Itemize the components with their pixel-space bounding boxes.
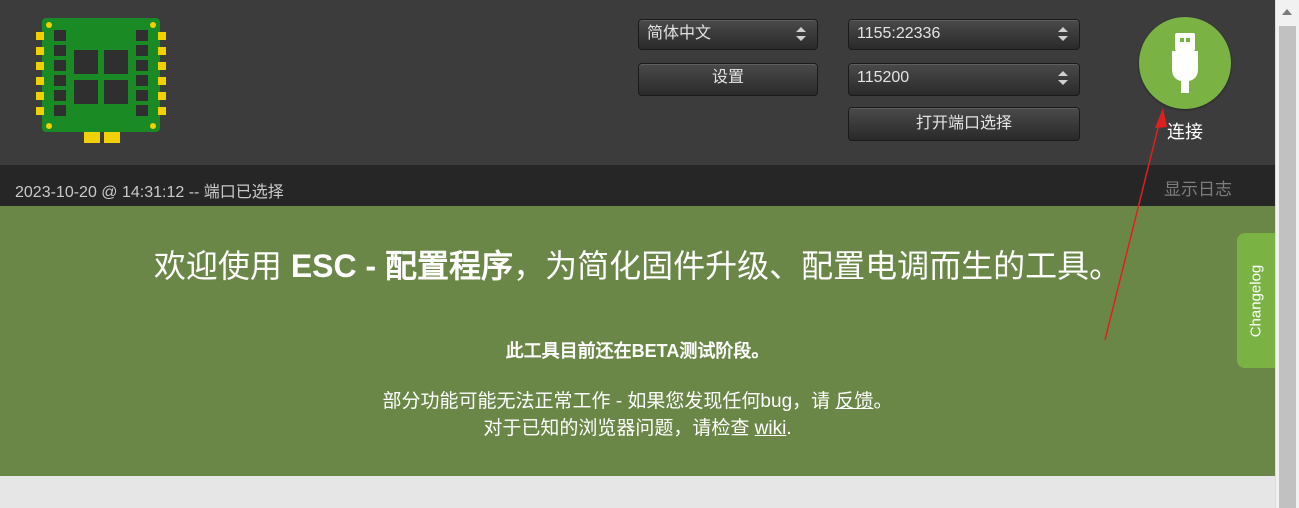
changelog-tab[interactable]: Changelog bbox=[1237, 233, 1275, 368]
baud-rate-select-value: 115200 bbox=[857, 69, 910, 86]
language-select-value: 简体中文 bbox=[647, 25, 712, 42]
connect-label: 连接 bbox=[1167, 122, 1203, 142]
baud-rate-select[interactable]: 115200 bbox=[848, 63, 1080, 96]
vertical-scrollbar[interactable] bbox=[1275, 0, 1299, 508]
port-select[interactable]: 1155:22336 bbox=[848, 19, 1080, 50]
bug-report-end: 。 bbox=[873, 391, 893, 412]
wiki-link[interactable]: wiki bbox=[755, 418, 787, 439]
usb-icon bbox=[1172, 33, 1198, 93]
feedback-link[interactable]: 反馈 bbox=[835, 391, 873, 412]
header: 简体中文 设置 1155:22336 115200 打开端口选择 连接 bbox=[0, 0, 1275, 165]
beta-notice: 此工具目前还在BETA测试阶段。 bbox=[505, 341, 770, 361]
scrollbar-thumb[interactable] bbox=[1279, 26, 1296, 508]
esc-board-logo bbox=[36, 18, 166, 143]
settings-button[interactable]: 设置 bbox=[638, 63, 818, 96]
welcome-title: 欢迎使用 ESC - 配置程序，为简化固件升级、配置电调而生的工具。 bbox=[0, 246, 1275, 286]
browser-issues-end: . bbox=[786, 418, 792, 439]
port-select-value: 1155:22336 bbox=[857, 25, 941, 42]
connect-button[interactable] bbox=[1139, 17, 1231, 109]
select-arrows-icon bbox=[1058, 27, 1068, 41]
select-arrows-icon bbox=[1058, 71, 1068, 85]
browser-issues-text: 对于已知的浏览器问题，请检查 bbox=[483, 418, 755, 439]
open-port-selection-button[interactable]: 打开端口选择 bbox=[848, 107, 1080, 141]
bug-report-text: 部分功能可能无法正常工作 - 如果您发现任何bug，请 bbox=[382, 391, 836, 412]
bug-report-line: 部分功能可能无法正常工作 - 如果您发现任何bug，请 反馈。 bbox=[0, 386, 1275, 413]
status-text: 2023-10-20 @ 14:31:12 -- 端口已选择 bbox=[15, 184, 284, 201]
browser-issues-line: 对于已知的浏览器问题，请检查 wiki. bbox=[0, 413, 1275, 440]
welcome-title-prefix: 欢迎使用 bbox=[153, 248, 291, 284]
select-arrows-icon bbox=[796, 27, 806, 41]
welcome-panel: 欢迎使用 ESC - 配置程序，为简化固件升级、配置电调而生的工具。 此工具目前… bbox=[0, 206, 1275, 476]
welcome-title-app-name: ESC - 配置程序 bbox=[290, 248, 514, 284]
status-bar: 2023-10-20 @ 14:31:12 -- 端口已选择 显示日志 bbox=[0, 165, 1275, 206]
language-select[interactable]: 简体中文 bbox=[638, 19, 818, 50]
show-log-button[interactable]: 显示日志 bbox=[1164, 175, 1232, 200]
changelog-label: Changelog bbox=[1247, 264, 1265, 337]
scroll-up-arrow-icon[interactable] bbox=[1282, 9, 1292, 15]
welcome-title-suffix: ，为简化固件升级、配置电调而生的工具。 bbox=[513, 248, 1122, 284]
